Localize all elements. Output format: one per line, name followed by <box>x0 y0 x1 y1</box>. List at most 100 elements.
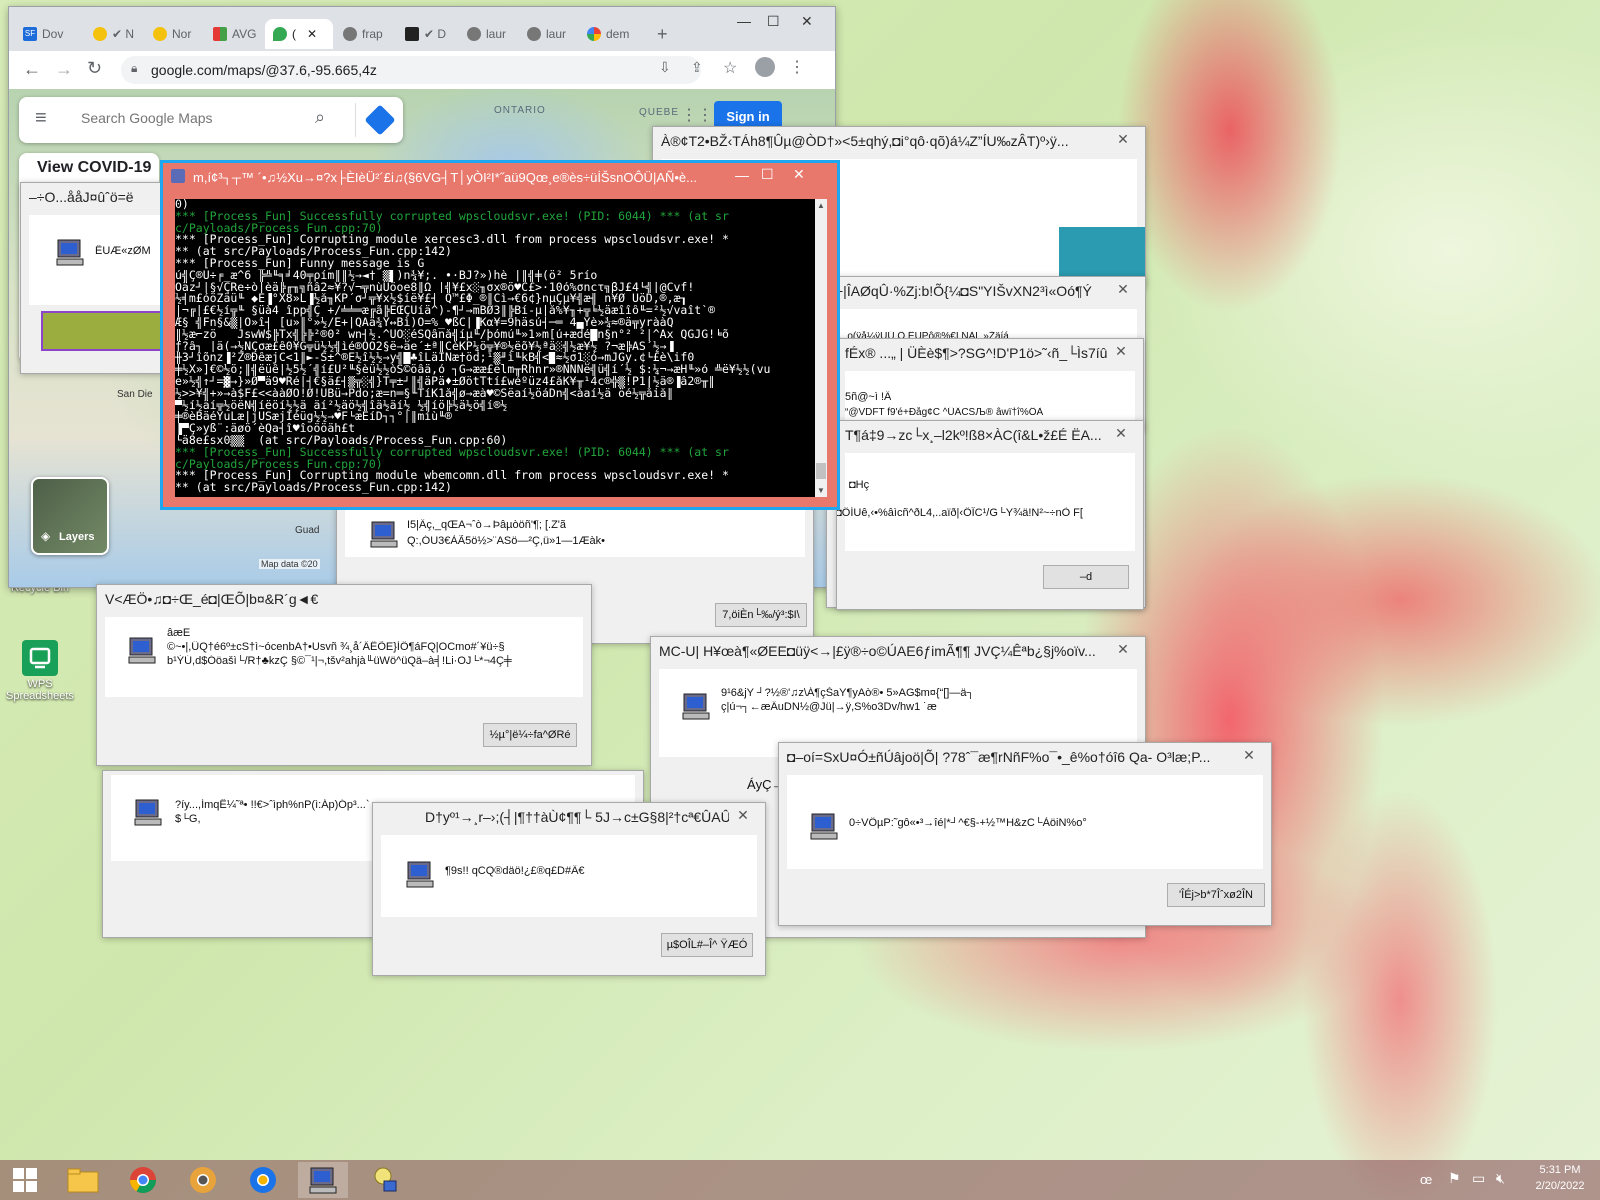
error-dialog-11: ◘–oí=SxU¤Ó±ñÚâjoö|Õ| ?78ˆ¯æ¶rNñF%o¯•_ê%o… <box>778 742 1272 926</box>
console-line: ½>>¥╣+»→à$F£<<ààØÖ!Ø!ÜBü→Pdo;æ=n═§╙TíK1å… <box>175 387 674 400</box>
map-label-ontario: ONTARIO <box>494 105 546 116</box>
console-output[interactable]: 0) *** [Process_Fun] Successfully corrupt… <box>175 199 815 497</box>
console-line: ** (at src/Payloads/Process_Fun.cpp:142) <box>175 482 452 494</box>
tab-1[interactable]: SF Dov <box>15 19 81 49</box>
dialog-title: MC-U| H¥œà¶«ØEE◘üÿ<→|£ÿ®÷o©ÚAE6ƒimÃ¶¶ JV… <box>659 643 1096 659</box>
dialog-button[interactable]: 'ÎÉj>b*7Îˆxø2ÎN <box>1167 883 1265 907</box>
maximize-icon[interactable]: ☐ <box>767 13 780 30</box>
dialog-button[interactable]: ½µ°|ë¼÷fa^ØRé <box>483 723 577 747</box>
tab-close-icon[interactable]: ✕ <box>307 27 317 41</box>
new-tab-button[interactable]: + <box>649 19 677 49</box>
dialog-title: +|ÎAØqÛ·%Zj:b!Õ{¼◘S"YIŠvXN2³ì«Oó¶Ý <box>835 283 1092 299</box>
globe-icon <box>343 27 357 41</box>
install-icon[interactable]: ⇩ <box>659 59 671 76</box>
network-icon[interactable]: ▭ <box>1472 1170 1485 1187</box>
tray-ime-indicator[interactable]: œ <box>1420 1172 1432 1187</box>
hamburger-menu-icon[interactable]: ≡ <box>35 107 47 130</box>
error-dialog-7: V<ÆÖ•♫◘÷Œ_é◘|ŒÕ|b¤&R´g◄€ âæE ©~•|,ÛQ†é6º… <box>96 584 592 766</box>
chrome-dev-icon[interactable] <box>238 1162 288 1198</box>
map-label-san-diego: San Die <box>117 389 153 400</box>
close-icon[interactable]: ✕ <box>729 807 757 825</box>
scroll-down-icon[interactable]: ▼ <box>817 486 825 495</box>
error-dialog-1: –÷O...ååJ¤ûˆö=ë ÊUÆ«zØM <box>20 182 172 374</box>
scroll-up-icon[interactable]: ▲ <box>817 201 825 210</box>
chrome-canary-icon[interactable] <box>178 1162 228 1198</box>
reload-icon[interactable]: ↻ <box>87 58 102 79</box>
tab-2[interactable]: ✔ N <box>85 19 141 49</box>
dialog-button[interactable]: µ$OÎL#–Î^ ŸÆÓ <box>661 933 753 957</box>
layers-button[interactable]: ◈ Layers <box>31 477 109 555</box>
volume-muted-icon[interactable]: 🔇︎ <box>1496 1170 1505 1187</box>
globe-icon <box>467 27 481 41</box>
search-icon[interactable]: ⌕ <box>315 107 325 128</box>
close-icon[interactable]: ✕ <box>1109 281 1137 299</box>
tab-7[interactable]: ✔ D <box>397 19 461 49</box>
console-line: ▀½í½äí╦½öëN╣íëöí½½ä äí²½äö½╣îä½äí½ ½╣íö╠… <box>175 399 508 412</box>
dialog-body: 0÷VÔµP:˜gô«•³→îé|*┘^€§-+½™H&zC└ÀöiN%o° <box>787 775 1263 869</box>
console-window: m,í¢³┐┬™ ´•♫½Xu→¤?x├ÈIèÜ²´£i♫(§6VG┤T│yÒI… <box>160 160 840 510</box>
tab-3[interactable]: Nor <box>145 19 205 49</box>
dialog-message-2: ç|ú¬┐←æÄuDN½@Jü|→ÿ,S%o3Dv/hw1 ˙æ <box>721 701 937 713</box>
desktop-icon-wps[interactable]: WPS Spreadsheets <box>0 640 80 702</box>
console-scrollbar[interactable]: ▲ ▼ <box>815 199 827 497</box>
dialog-title: –÷O...ååJ¤ûˆö=ë <box>29 189 134 205</box>
close-icon[interactable]: ✕ <box>801 13 813 30</box>
maximize-icon[interactable]: ☐ <box>761 166 774 183</box>
console-line: e»½╣↑┘=▓→}»Ø▀ä9♥Ré|┤€§ä£┤▒╦░╣}T╤±┘║╣äPä♦… <box>175 375 716 388</box>
dialog-button[interactable]: –d <box>1043 565 1129 589</box>
console-line: ╪®èBäéYuLæ|jÜSæjIéüg½½→♥F└æEíD┐┐°│║míù╙® <box>175 411 452 424</box>
map-attribution: Map data ©20 <box>259 559 320 569</box>
console-line: ú╣Ç®U÷╒_æ^6 ╠╩╙╕╛40╤ρím║║½→◄† ▒▌)n¾¥;. •… <box>175 269 598 282</box>
dialog-title: D†yº¹→¸r–›;(┤|¶††àÙ¢¶¶└ 5J→c±G§8|²†cª€ÛA… <box>425 809 729 825</box>
dialog-message: 0÷VÔµP:˜gô«•³→îé|*┘^€§-+½™H&zC└ÀöiN%o° <box>849 817 1087 829</box>
norton-icon <box>93 27 107 41</box>
dialog-button[interactable]: 7,öiÈn└‰/ý³:$I\ <box>715 603 807 627</box>
dialog-body: ÊUÆ«zØM <box>29 215 163 305</box>
directions-icon[interactable] <box>364 104 396 136</box>
clock-date[interactable]: 2/20/2022 <box>1530 1180 1590 1192</box>
tab-maps-active[interactable]: (✕ <box>265 19 333 49</box>
dialog-body: ◘Hç b◘ÔÍUê,‹•%âìcñ^ðL4,..aïð|‹ÔÎC¹/G└Y¾ä… <box>837 453 1135 551</box>
minimize-icon[interactable]: — <box>735 167 749 183</box>
tab-9[interactable]: laur <box>519 19 583 49</box>
minimize-icon[interactable]: — <box>737 13 751 29</box>
action-center-flag-icon[interactable]: ⚑ <box>1448 1170 1461 1187</box>
dialog-title: ◘–oí=SxU¤Ó±ñÚâjoö|Õ| ?78ˆ¯æ¶rNñF%o¯•_ê%o… <box>787 749 1211 765</box>
tab-6[interactable]: frap <box>335 19 399 49</box>
network-app-icon[interactable] <box>360 1162 410 1198</box>
maps-search-input[interactable] <box>79 109 313 127</box>
close-icon[interactable]: ✕ <box>1109 131 1137 149</box>
dialog-message-3: b¹ÝÚ,d$Óöašì└/R†♣kzÇ §©¯¹|¬,tšv²ahjà╙üWö… <box>167 655 512 667</box>
menu-kebab-icon[interactable]: ⋮ <box>789 57 805 77</box>
computer-icon <box>405 859 435 889</box>
close-icon[interactable]: ✕ <box>793 166 805 183</box>
forward-icon[interactable]: → <box>55 59 73 80</box>
maps-pin-icon <box>273 27 287 41</box>
address-bar[interactable]: 🔒︎ google.com/maps/@37.6,-95.665,4z <box>121 56 701 84</box>
tab-10[interactable]: dem <box>579 19 643 49</box>
profile-avatar-icon[interactable] <box>755 57 775 77</box>
tab-8[interactable]: laur <box>459 19 523 49</box>
close-icon[interactable]: ✕ <box>1107 425 1135 443</box>
close-icon[interactable]: ✕ <box>1107 343 1135 361</box>
start-button[interactable] <box>0 1162 50 1198</box>
clock-time[interactable]: 5:31 PM <box>1530 1164 1590 1176</box>
file-explorer-icon[interactable] <box>58 1162 108 1198</box>
google-icon <box>587 27 601 41</box>
share-icon[interactable]: ⇪ <box>691 59 703 76</box>
tab-4[interactable]: AVG <box>205 19 265 49</box>
close-icon[interactable]: ✕ <box>1109 641 1137 659</box>
close-icon[interactable]: ✕ <box>1235 747 1263 765</box>
dialog-title: V<ÆÖ•♫◘÷Œ_é◘|ŒÕ|b¤&R´g◄€ <box>105 591 319 607</box>
scrollbar-thumb[interactable] <box>816 463 826 479</box>
malware-app-icon[interactable] <box>298 1162 348 1198</box>
back-icon[interactable]: ← <box>23 59 41 80</box>
console-line: c/Payloads/Process_Fun.cpp:70) <box>175 458 383 471</box>
windows-logo-icon <box>13 1168 37 1192</box>
dialog-body: ¶9s!! qCQ®däö!¿£®q£D#Ä€ <box>381 835 757 917</box>
console-line: *** [Process_Fun] Successfully corrupted… <box>175 446 729 459</box>
chrome-icon[interactable] <box>118 1162 168 1198</box>
bookmark-star-icon[interactable]: ☆ <box>723 58 737 78</box>
console-line: ½╡m£óöZäü╙ ◆E▐°X8»L▐½å╖KP´σ┘╦¥x½$íë¥£┤ Q… <box>175 293 688 306</box>
terminal-icon <box>405 27 419 41</box>
